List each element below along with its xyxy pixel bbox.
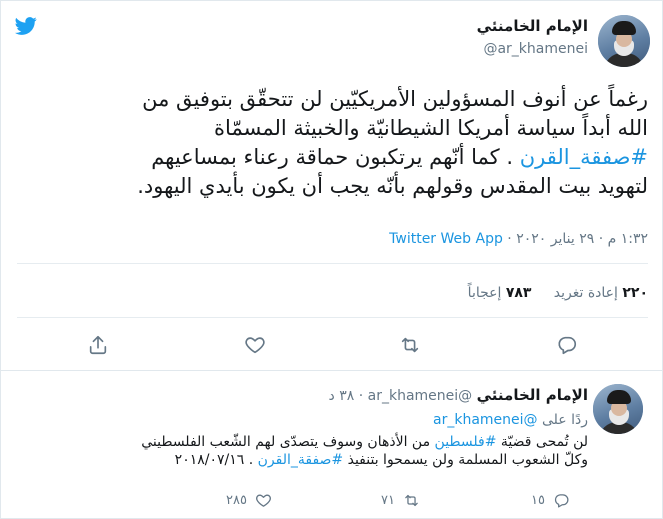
tweet-meta: ١:٣٢ م · ٢٩ يناير ٢٠٢٠ · Twitter Web App (389, 231, 648, 247)
tweet-text-line: رغماً عن أنوف المسؤولين الأمريكيّين لن ت… (142, 87, 648, 111)
divider (17, 317, 648, 318)
tweet-time[interactable]: ١:٣٢ م · ٢٩ يناير ٢٠٢٠ (516, 231, 648, 247)
reply-author-name[interactable]: الإمام الخامنئي (477, 386, 588, 404)
tweet-source[interactable]: Twitter Web App (389, 231, 503, 247)
reply-icon (554, 493, 569, 508)
tweet-stats: ٢٢٠ إعادة تغريد ٧٨٣ إعجاباً (468, 285, 648, 301)
reply-retweet-count: ٧١ (381, 492, 395, 508)
tweet-text: رغماً عن أنوف المسؤولين الأمريكيّين لن ت… (18, 85, 648, 201)
reply-like-count: ٢٨٥ (226, 492, 247, 508)
reply-retweet-button[interactable]: ٧١ (381, 490, 420, 510)
reply-text-line: وكلّ الشعوب المسلمة ولن يسمحوا بتنفيذ #ص… (174, 452, 588, 468)
reply-text-line: لن تُمحى قضيّة #فلسطين من الأذهان وسوف ي… (141, 434, 588, 450)
hashtag-link[interactable]: #صفقة_القرن (520, 145, 648, 169)
replying-to-handle[interactable]: @ar_khamenei (433, 412, 538, 428)
retweets-stat[interactable]: ٢٢٠ إعادة تغريد (554, 285, 648, 301)
reply-reply-button[interactable]: ١٥ (531, 490, 570, 510)
share-icon[interactable] (87, 334, 109, 356)
tweet-embed: الإمام الخامنئي @ar_khamenei رغماً عن أن… (0, 0, 663, 519)
author-handle[interactable]: @ar_khamenei (483, 41, 588, 57)
main-tweet: الإمام الخامنئي @ar_khamenei رغماً عن أن… (1, 1, 662, 371)
reply-author-avatar[interactable] (593, 384, 643, 434)
reply-author-handle[interactable]: @ar_khamenei (368, 388, 473, 404)
replying-to: ردًا على @ar_khamenei (433, 412, 588, 428)
heart-icon[interactable] (244, 334, 266, 356)
likes-stat[interactable]: ٧٨٣ إعجاباً (468, 285, 532, 301)
reply-age[interactable]: ٣٨ د (329, 388, 355, 404)
tweet-text-line: الله أبداً سياسة أمريكا الشيطانيّة والخب… (214, 116, 648, 140)
replying-label: ردًا على (542, 412, 588, 428)
author-name[interactable]: الإمام الخامنئي (477, 17, 588, 35)
tweet-text-segment: . كما أنّهم يرتكبون حماقة رعناء بمساعيهم (151, 145, 514, 169)
reply-icon[interactable] (556, 334, 578, 356)
tweet-text-line: #صفقة_القرن . كما أنّهم يرتكبون حماقة رع… (18, 143, 648, 172)
author-avatar[interactable] (598, 15, 650, 67)
reply-like-button[interactable]: ٢٨٥ (226, 490, 272, 510)
tweet-text-line: لتهويد بيت المقدس وقولهم بأنّه يجب أن يك… (137, 174, 648, 198)
divider (17, 263, 648, 264)
reply-text: لن تُمحى قضيّة #فلسطين من الأذهان وسوف ي… (18, 433, 588, 469)
reply-reply-count: ١٥ (531, 492, 545, 508)
heart-icon (256, 494, 271, 507)
hashtag-link[interactable]: #فلسطين (435, 434, 497, 450)
hashtag-link[interactable]: #صفقة_القرن (258, 452, 344, 468)
twitter-logo-icon[interactable] (15, 15, 37, 37)
retweet-icon[interactable] (399, 334, 421, 356)
reply-header: الإمام الخامنئي @ar_khamenei · ٣٨ د (328, 386, 588, 404)
reply-tweet[interactable]: الإمام الخامنئي @ar_khamenei · ٣٨ د ردًا… (1, 372, 662, 518)
retweet-icon (405, 494, 418, 506)
